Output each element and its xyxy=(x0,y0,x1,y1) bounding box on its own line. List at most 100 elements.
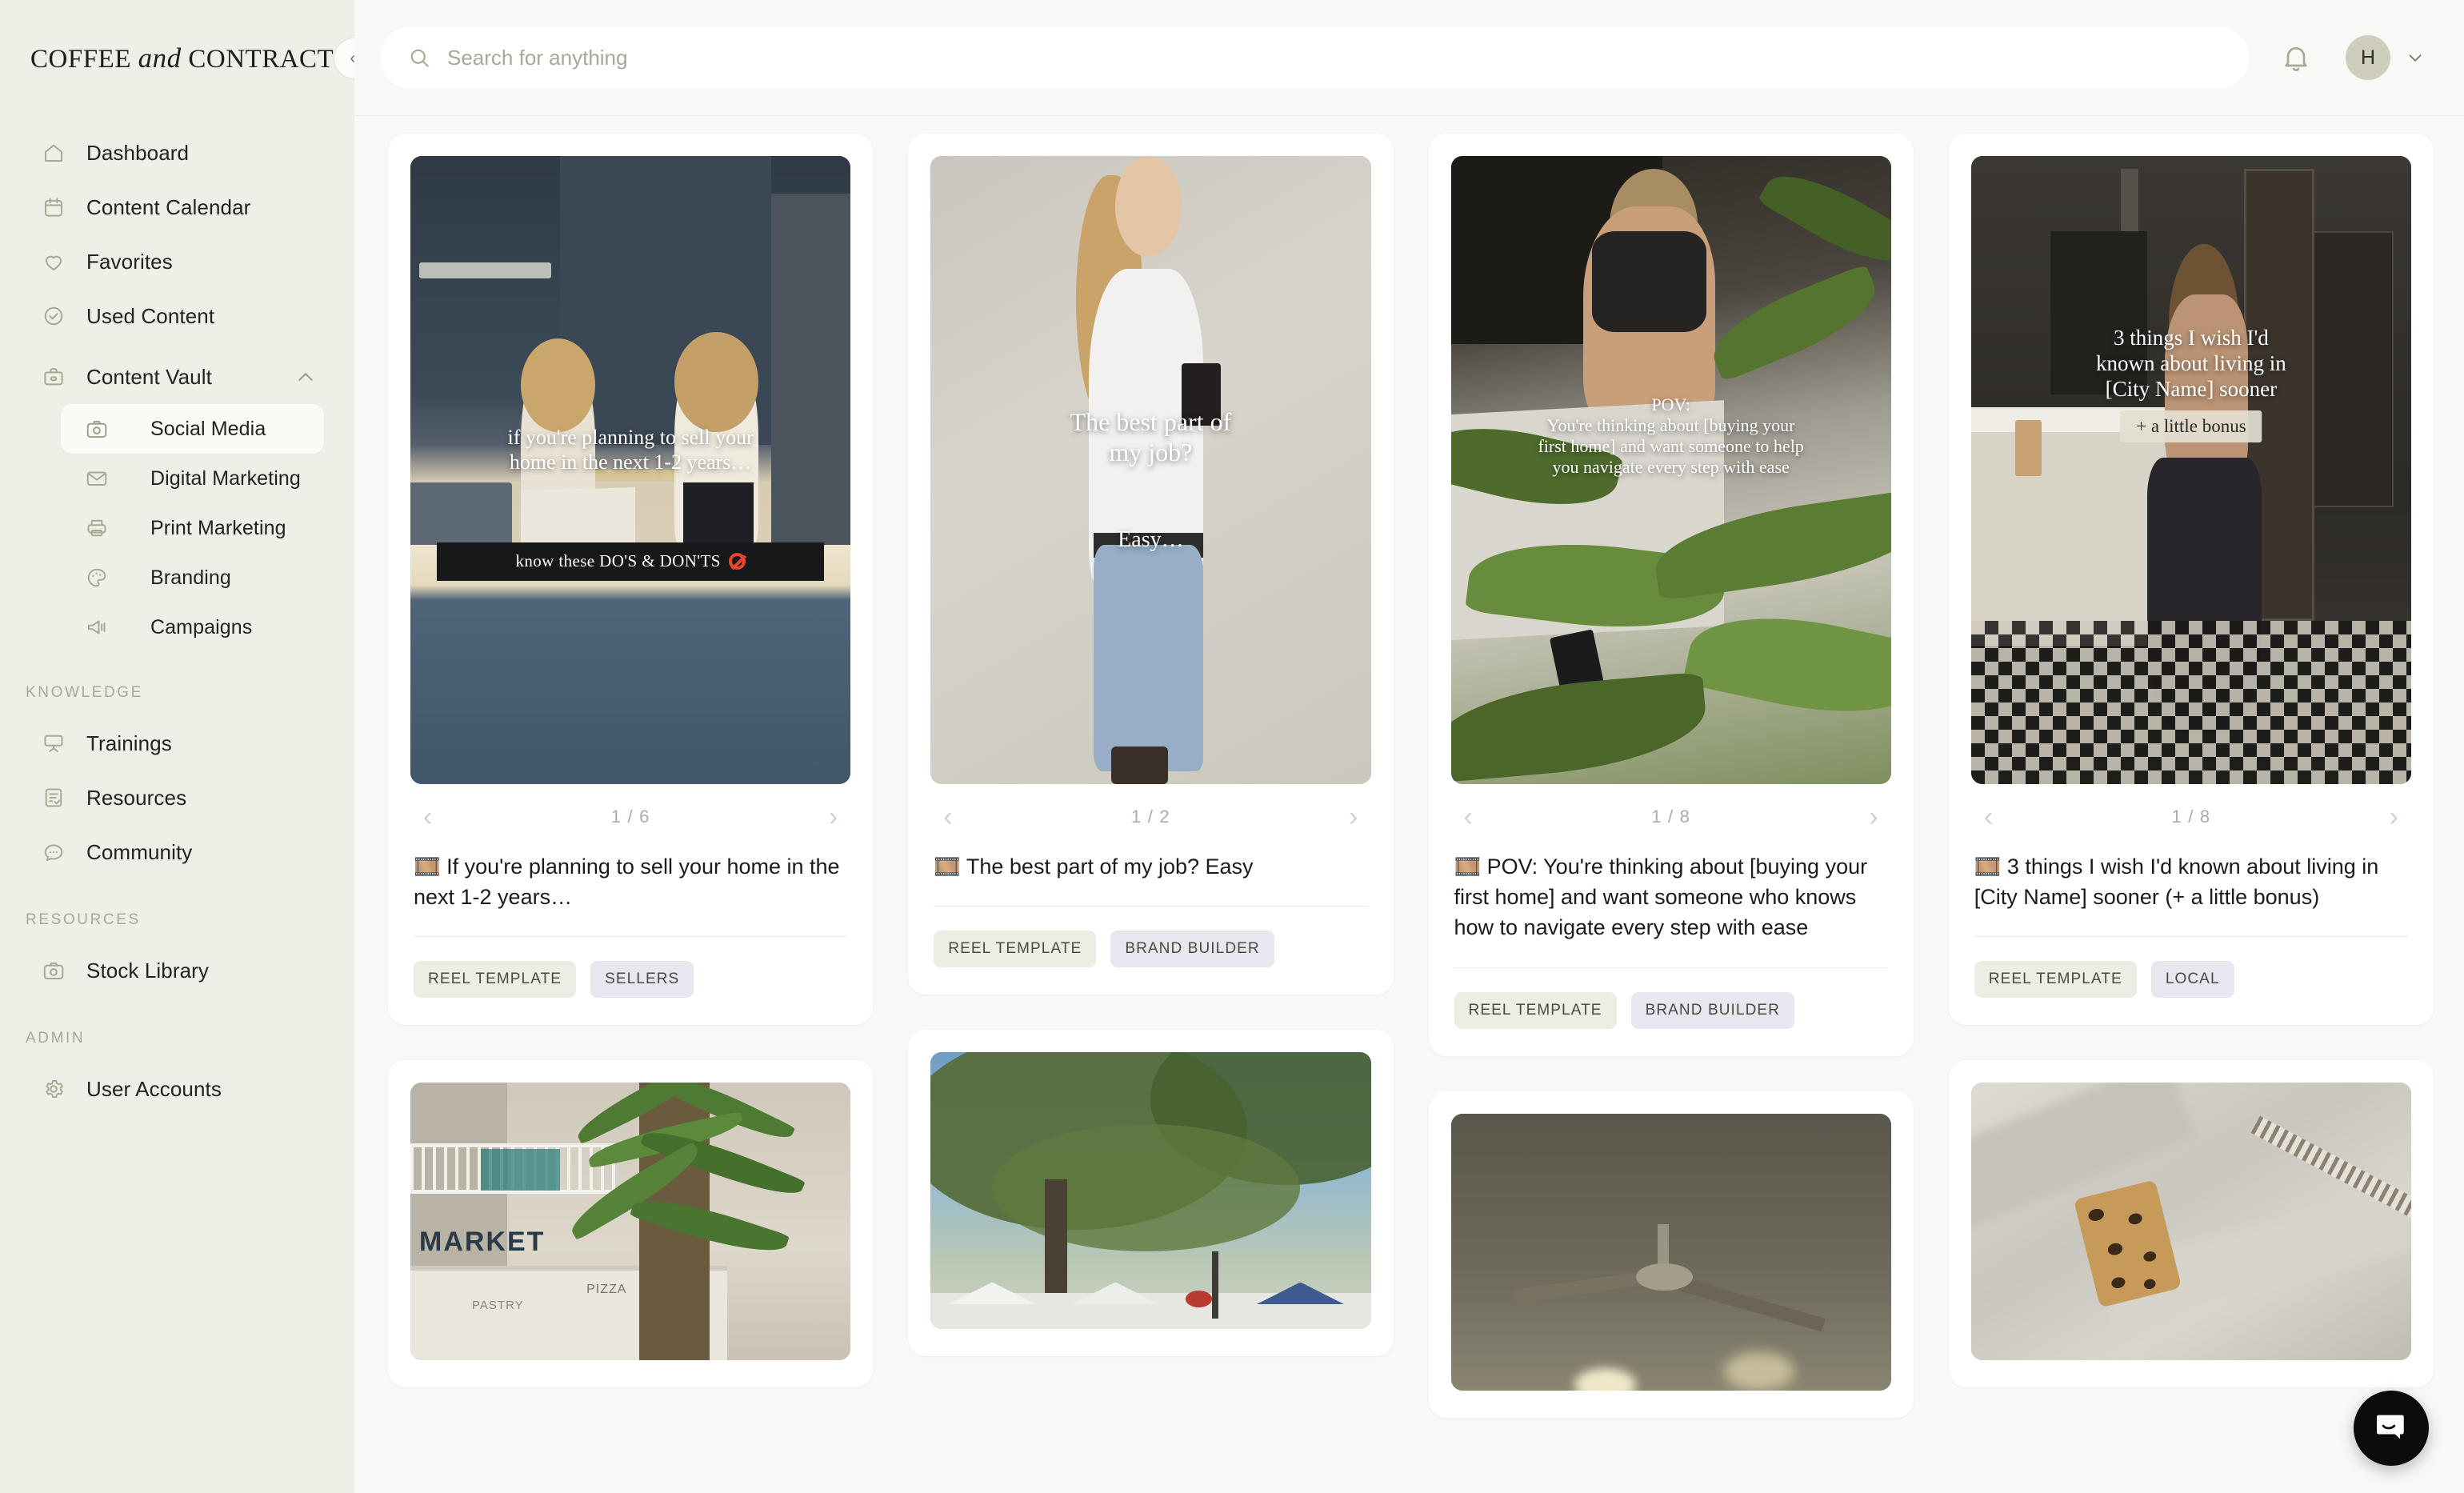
search-input[interactable]: Search for anything xyxy=(380,27,2250,88)
carousel-next-button[interactable]: › xyxy=(2390,803,2398,831)
carousel-prev-button[interactable]: ‹ xyxy=(1984,803,1993,831)
palette-icon xyxy=(85,566,109,590)
overlay-line: known about living in xyxy=(2096,350,2286,375)
carousel-prev-button[interactable]: ‹ xyxy=(1464,803,1473,831)
card-thumbnail[interactable] xyxy=(1970,1083,2411,1360)
sidebar-item-label: User Accounts xyxy=(86,1076,222,1101)
content-card[interactable]: 3 things I wish I'd known about living i… xyxy=(1948,134,2434,1026)
logo-part-2: CONTRACTS xyxy=(181,44,350,74)
sidebar-item-content-vault[interactable]: Content Vault xyxy=(0,350,354,404)
chat-widget-button[interactable] xyxy=(2354,1391,2429,1466)
card-thumbnail[interactable] xyxy=(930,1051,1371,1330)
thumbnail-overlay-text: POV: You're thinking about [buying your … xyxy=(1451,394,1891,478)
carousel-counter: 1 / 8 xyxy=(1651,806,1691,827)
check-circle-icon xyxy=(42,304,66,328)
content-card[interactable]: POV: You're thinking about [buying your … xyxy=(1428,134,1914,1056)
sidebar-item-label: Print Marketing xyxy=(150,516,286,539)
tag-chip[interactable]: REEL TEMPLATE xyxy=(414,961,577,999)
home-icon xyxy=(42,141,66,165)
briefcase-icon xyxy=(42,365,66,389)
sidebar-item-social-media[interactable]: Social Media xyxy=(61,404,324,454)
content-card[interactable] xyxy=(1428,1091,1914,1419)
thumbnail-overlay-subtext: Easy… xyxy=(1118,526,1184,552)
app-logo[interactable]: COFFEE and CONTRACTS xyxy=(30,42,349,74)
logo-part-1: COFFEE xyxy=(30,44,138,74)
notifications-button[interactable] xyxy=(2280,42,2312,74)
overlay-line: if you're planning to sell your xyxy=(507,426,754,450)
tag-chip[interactable]: REEL TEMPLATE xyxy=(934,930,1097,967)
content-card[interactable]: MARKET PASTRY PIZZA xyxy=(388,1060,874,1387)
content-card[interactable] xyxy=(908,1029,1394,1357)
sidebar-item-print-marketing[interactable]: Print Marketing xyxy=(61,503,324,553)
sidebar-item-trainings[interactable]: Trainings xyxy=(0,716,354,771)
sidebar-item-label: Used Content xyxy=(86,303,215,328)
tag-chip[interactable]: LOCAL xyxy=(2150,961,2234,999)
carousel-next-button[interactable]: › xyxy=(829,803,838,831)
brand-row: COFFEE and CONTRACTS « xyxy=(0,0,354,116)
woman-with-mug-scene-image xyxy=(930,156,1371,784)
card-title: 🎞️ If you're planning to sell your home … xyxy=(414,854,840,909)
sidebar-item-used-content[interactable]: Used Content xyxy=(0,289,354,343)
content-card[interactable]: The best part of my job? Easy… ‹ 1 / 2 ›… xyxy=(908,134,1394,995)
sidebar-item-community[interactable]: Community xyxy=(0,825,354,879)
heart-icon xyxy=(42,250,66,274)
card-title: 🎞️ POV: You're thinking about [buying yo… xyxy=(1454,854,1868,940)
sidebar-item-branding[interactable]: Branding xyxy=(61,553,324,602)
card-thumbnail[interactable]: MARKET PASTRY PIZZA xyxy=(410,1083,851,1360)
carousel-prev-button[interactable]: ‹ xyxy=(943,803,952,831)
market-building-scene-image: MARKET PASTRY PIZZA xyxy=(410,1083,851,1360)
gear-icon xyxy=(42,1077,66,1101)
card-thumbnail[interactable]: POV: You're thinking about [buying your … xyxy=(1450,156,1891,784)
sidebar-item-favorites[interactable]: Favorites xyxy=(0,234,354,289)
sidebar-section-admin: ADMIN xyxy=(26,1030,86,1047)
sidebar-item-label: Dashboard xyxy=(86,140,190,165)
sidebar-item-stock-library[interactable]: Stock Library xyxy=(0,943,354,998)
sidebar: COFFEE and CONTRACTS « Dashboard Content… xyxy=(0,0,354,1493)
sidebar-item-label: Content Vault xyxy=(86,364,212,389)
card-thumbnail[interactable]: if you're planning to sell your home in … xyxy=(410,156,851,784)
content-card[interactable]: if you're planning to sell your home in … xyxy=(388,134,874,1026)
card-thumbnail[interactable]: The best part of my job? Easy… xyxy=(930,156,1371,784)
carousel-counter: 1 / 2 xyxy=(1130,806,1170,827)
carousel-controls: ‹ 1 / 6 › xyxy=(410,784,850,835)
thumbnail-overlay-bar: know these DO'S & DON'TS xyxy=(437,542,825,582)
sidebar-item-dashboard[interactable]: Dashboard xyxy=(0,126,354,180)
content-grid: if you're planning to sell your home in … xyxy=(388,134,2434,1419)
avatar-initial: H xyxy=(2360,46,2376,69)
account-menu[interactable]: H xyxy=(2346,35,2426,80)
overlay-line: home in the next 1-2 years… xyxy=(509,450,752,474)
main-content: Search for anything H if you're planning… xyxy=(354,0,2464,1493)
tag-chip[interactable]: REEL TEMPLATE xyxy=(1974,961,2137,999)
carousel-controls: ‹ 1 / 2 › xyxy=(930,784,1370,835)
overlay-line: The best part of xyxy=(1070,406,1232,436)
card-tags: REEL TEMPLATE SELLERS xyxy=(410,937,850,999)
overlay-line: [City Name] sooner xyxy=(2105,376,2278,401)
chevron-up-icon[interactable] xyxy=(294,365,318,389)
sidebar-item-label: Favorites xyxy=(86,249,173,274)
carousel-controls: ‹ 1 / 8 › xyxy=(1971,784,2411,835)
sidebar-item-resources[interactable]: Resources xyxy=(0,771,354,825)
sidebar-item-user-accounts[interactable]: User Accounts xyxy=(0,1062,354,1116)
carousel-counter: 1 / 6 xyxy=(610,806,650,827)
ceiling-fan-scene-image xyxy=(1450,1113,1891,1391)
card-thumbnail[interactable] xyxy=(1450,1113,1891,1391)
tag-chip[interactable]: BRAND BUILDER xyxy=(1630,991,1795,1029)
envelope-icon xyxy=(85,466,109,490)
thumbnail-overlay-text: The best part of my job? xyxy=(930,407,1370,468)
content-grid-scroll[interactable]: if you're planning to sell your home in … xyxy=(354,116,2464,1493)
carousel-next-button[interactable]: › xyxy=(1869,803,1878,831)
tag-chip[interactable]: SELLERS xyxy=(590,961,694,999)
sidebar-item-campaigns[interactable]: Campaigns xyxy=(61,602,324,652)
tag-chip[interactable]: BRAND BUILDER xyxy=(1110,930,1274,967)
thumbnail-overlay-text: if you're planning to sell your home in … xyxy=(410,426,850,474)
card-thumbnail[interactable]: 3 things I wish I'd known about living i… xyxy=(1970,156,2411,784)
tag-chip[interactable]: REEL TEMPLATE xyxy=(1454,991,1617,1029)
carousel-next-button[interactable]: › xyxy=(1349,803,1358,831)
content-card[interactable] xyxy=(1948,1060,2434,1387)
sidebar-item-digital-marketing[interactable]: Digital Marketing xyxy=(61,454,324,503)
sidebar-item-content-calendar[interactable]: Content Calendar xyxy=(0,180,354,234)
sidebar-item-label: Branding xyxy=(150,566,231,589)
sidebar-item-label: Social Media xyxy=(150,417,266,440)
carousel-prev-button[interactable]: ‹ xyxy=(423,803,432,831)
sidebar-item-label: Digital Marketing xyxy=(150,466,301,490)
